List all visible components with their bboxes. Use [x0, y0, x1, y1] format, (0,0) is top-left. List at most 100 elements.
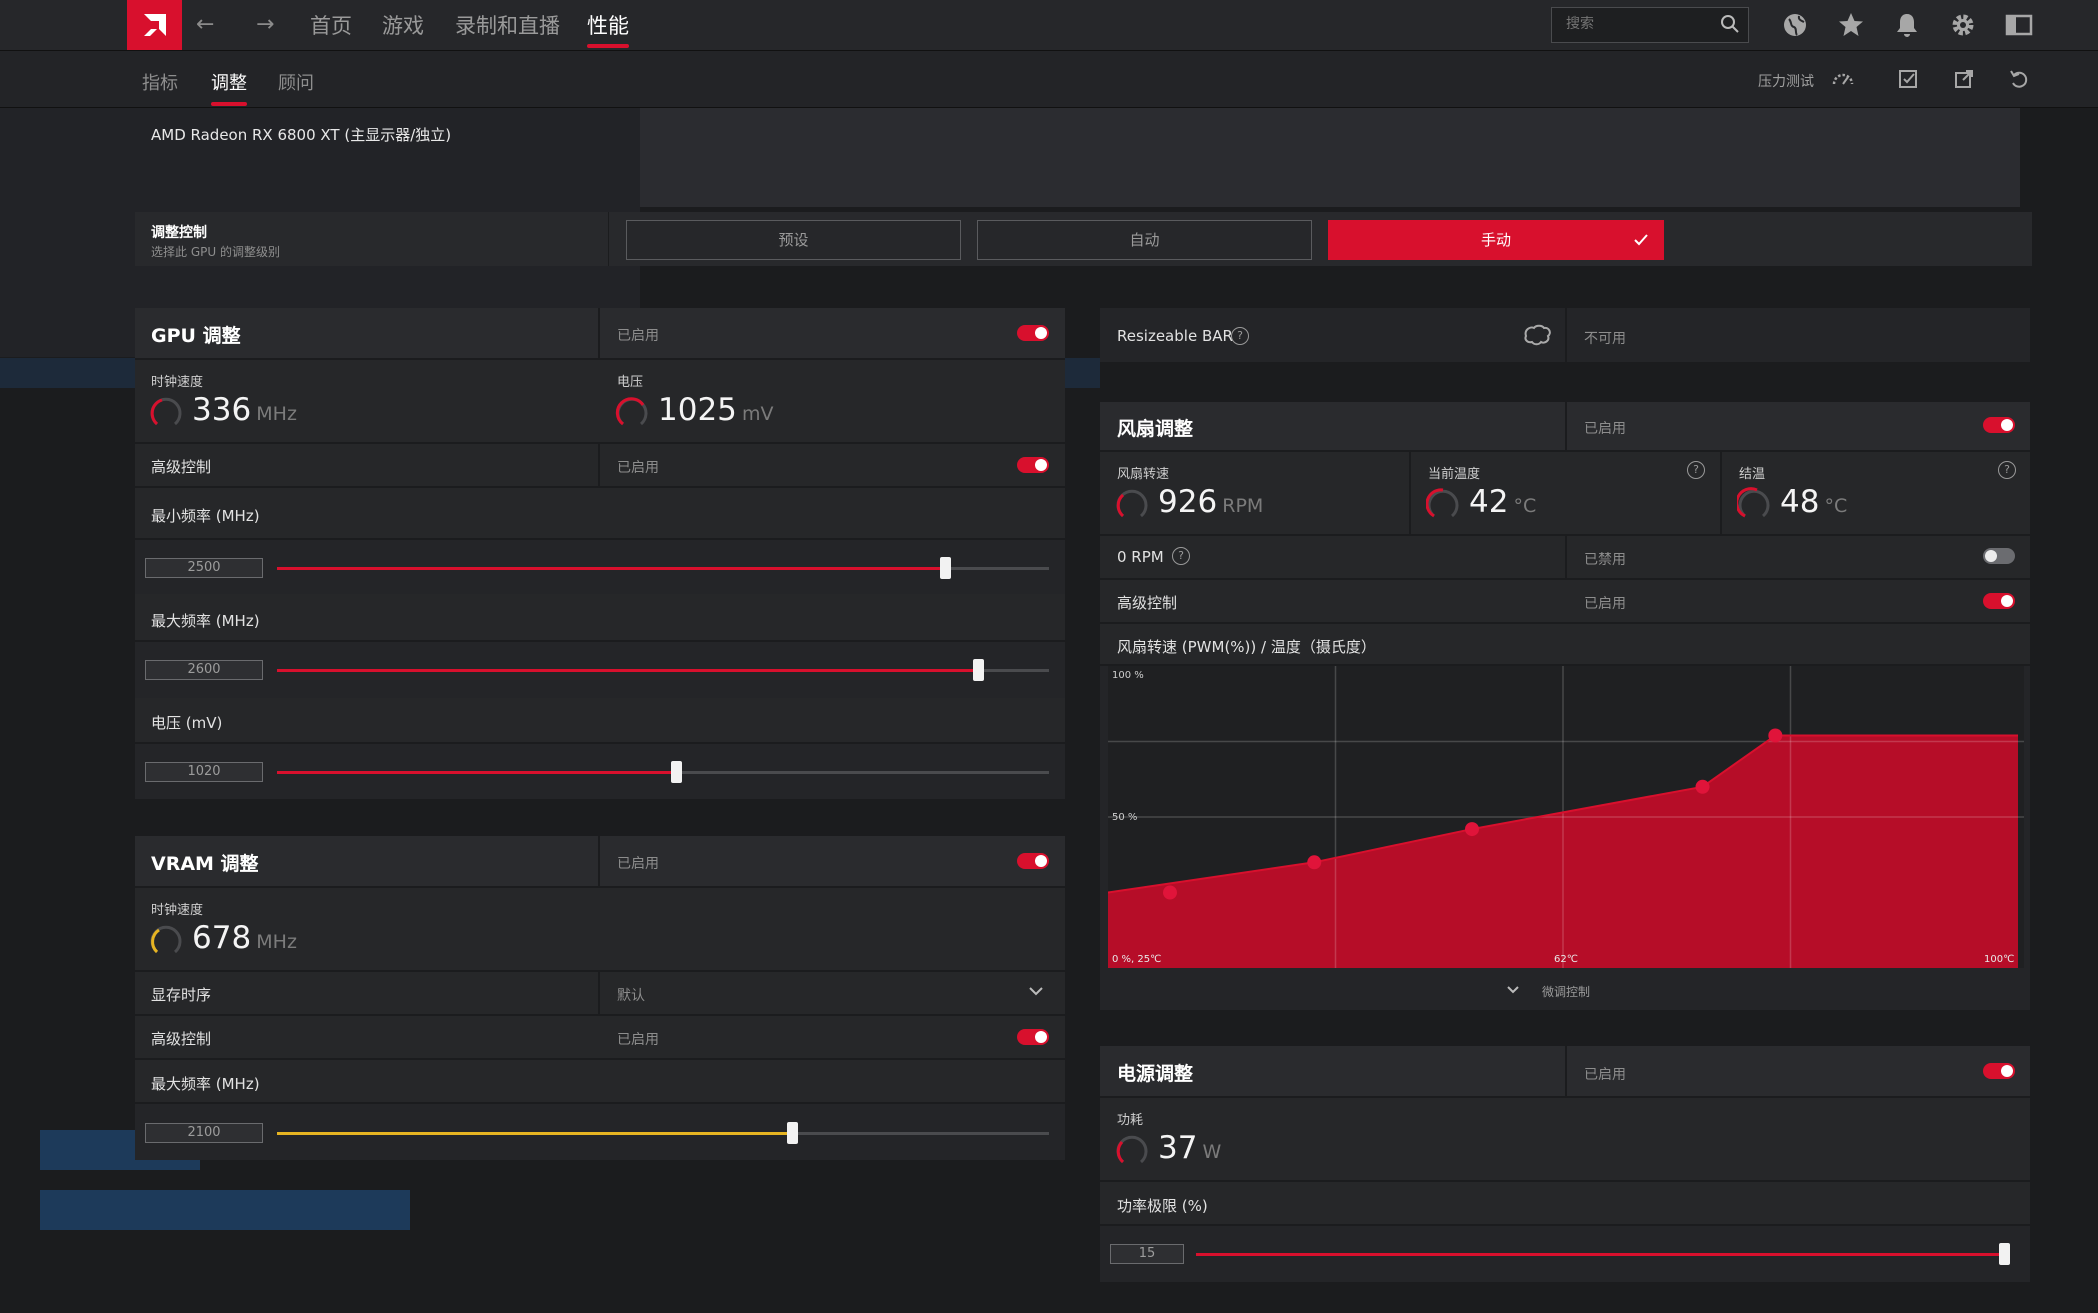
junction-temp-label: 结温	[1739, 467, 1766, 482]
zero-rpm-status: 已禁用	[1584, 552, 1626, 568]
gpu-voltage-readout: 1025 mV	[658, 392, 774, 428]
fine-tune-label[interactable]: 微调控制	[1542, 983, 1590, 1000]
gpu-min-freq-slider[interactable]	[277, 557, 1049, 579]
gpu-advanced-toggle[interactable]	[1017, 457, 1049, 473]
chevron-down-icon[interactable]	[1506, 985, 1520, 995]
amd-logo-icon[interactable]	[127, 0, 182, 50]
stress-test-label[interactable]: 压力测试	[1758, 71, 1814, 91]
help-icon[interactable]: ?	[1231, 327, 1249, 345]
gpu-volt-label: 电压 (mV)	[151, 714, 223, 732]
power-tuning-status: 已启用	[1584, 1067, 1626, 1083]
search-input[interactable]	[1552, 8, 1716, 40]
gpu-clock-readout: 336 MHz	[192, 392, 297, 428]
gpu-volt-input[interactable]: 1020	[145, 762, 263, 782]
vram-max-freq-input[interactable]: 2100	[145, 1123, 263, 1143]
power-limit-slider[interactable]	[1196, 1243, 2010, 1265]
divider	[1565, 402, 1567, 450]
fan-curve-point[interactable]	[1163, 885, 1177, 900]
power-limit-input[interactable]: 15	[1110, 1244, 1184, 1264]
gpu-max-freq-slider[interactable]	[277, 659, 1049, 681]
gpu-max-freq-input[interactable]: 2600	[145, 660, 263, 680]
chevron-down-icon[interactable]	[1028, 986, 1044, 996]
gpu-tuning-status: 已启用	[617, 328, 659, 344]
help-icon[interactable]: ?	[1172, 547, 1190, 565]
search-box[interactable]	[1551, 7, 1749, 43]
tab-performance[interactable]: 性能	[587, 10, 629, 48]
reset-icon[interactable]	[2006, 66, 2032, 92]
bell-icon[interactable]	[1892, 10, 1922, 40]
divider	[1720, 452, 1722, 534]
tab-tuning[interactable]: 调整	[211, 69, 247, 106]
vram-max-freq-row	[135, 1060, 1065, 1104]
power-draw-label: 功耗	[1117, 1113, 1144, 1128]
sidebar-toggle-icon[interactable]	[2004, 10, 2034, 40]
slider-thumb[interactable]	[1999, 1243, 2010, 1265]
gpu-advanced-row	[135, 444, 1065, 488]
globe-icon[interactable]	[1780, 10, 1810, 40]
fan-curve-chart[interactable]: 100 % 50 % 0 %, 25℃ 62℃ 100℃	[1108, 666, 2024, 968]
help-icon[interactable]: ?	[1998, 461, 2016, 479]
gear-icon[interactable]	[1948, 10, 1978, 40]
vram-tuning-status: 已启用	[617, 856, 659, 872]
stress-test-gauge-icon[interactable]	[1830, 66, 1856, 92]
gpu-max-freq-row	[135, 594, 1065, 642]
fan-tuning-toggle[interactable]	[1983, 417, 2015, 433]
auto-mode-button[interactable]: 自动	[977, 220, 1312, 260]
vram-advanced-toggle[interactable]	[1017, 1029, 1049, 1045]
fan-curve-point[interactable]	[1465, 822, 1479, 837]
vram-tuning-header	[135, 836, 1065, 888]
slider-thumb[interactable]	[671, 761, 683, 783]
back-icon[interactable]: ←	[196, 6, 214, 44]
search-icon[interactable]	[1720, 14, 1740, 34]
help-icon[interactable]: ?	[1687, 461, 1705, 479]
power-limit-row	[1100, 1182, 2030, 1226]
vram-tuning-title: VRAM 调整	[151, 853, 259, 875]
gpu-tuning-toggle[interactable]	[1017, 325, 1049, 341]
fan-speed-gauge-icon	[1116, 489, 1148, 518]
star-icon[interactable]	[1836, 10, 1866, 40]
fan-curve-point[interactable]	[1695, 779, 1710, 794]
export-icon[interactable]	[1951, 66, 1977, 92]
slider-fill	[277, 567, 945, 570]
preset-mode-button[interactable]: 预设	[626, 220, 961, 260]
fan-advanced-toggle[interactable]	[1983, 593, 2015, 609]
gpu-voltage-gauge-icon	[615, 397, 648, 426]
tab-metrics[interactable]: 指标	[142, 69, 178, 95]
gpu-min-freq-label: 最小频率 (MHz)	[151, 507, 260, 525]
slider-thumb[interactable]	[972, 659, 984, 681]
vram-max-freq-slider[interactable]	[277, 1122, 1049, 1144]
performance-subnav: 指标 调整 顾问 压力测试	[0, 51, 2098, 108]
vram-tuning-toggle[interactable]	[1017, 853, 1049, 869]
gpu-min-freq-input[interactable]: 2500	[145, 558, 263, 578]
vram-timing-dropdown[interactable]: 默认	[617, 985, 645, 1005]
tab-home[interactable]: 首页	[310, 10, 352, 40]
gpu-voltage-value: 1025	[658, 392, 737, 428]
manual-mode-button[interactable]: 手动	[1328, 220, 1664, 260]
vram-clock-unit: MHz	[256, 931, 297, 953]
forward-icon[interactable]: →	[256, 6, 274, 44]
fan-curve-title: 风扇转速 (PWM(%)) / 温度（摄氏度）	[1117, 638, 1376, 656]
slider-thumb[interactable]	[786, 1122, 798, 1144]
fan-curve-point[interactable]	[1768, 728, 1783, 743]
zero-rpm-toggle[interactable]	[1983, 548, 2015, 564]
fan-curve-svg[interactable]	[1108, 666, 2024, 968]
manual-mode-label: 手动	[1480, 231, 1511, 249]
slider-thumb[interactable]	[939, 557, 951, 579]
power-tuning-toggle[interactable]	[1983, 1063, 2015, 1079]
x-axis-origin-label: 0 %, 25℃	[1112, 954, 1162, 965]
fan-advanced-label: 高级控制	[1117, 594, 1178, 612]
fan-curve-point[interactable]	[1307, 855, 1322, 870]
tab-record-stream[interactable]: 录制和直播	[455, 10, 560, 40]
gpu-voltage-unit: mV	[742, 403, 774, 425]
junction-temp-value: 48	[1780, 484, 1820, 520]
save-profile-icon[interactable]	[1895, 66, 1921, 92]
tab-games[interactable]: 游戏	[382, 10, 424, 40]
resizeable-bar-label: Resizeable BAR	[1117, 327, 1233, 345]
brain-icon	[1524, 324, 1551, 346]
vram-advanced-status: 已启用	[617, 1032, 659, 1048]
fan-speed-value: 926	[1158, 484, 1218, 520]
tab-advisor[interactable]: 顾问	[278, 69, 314, 95]
gpu-advanced-label: 高级控制	[151, 458, 212, 476]
gpu-voltage-slider[interactable]	[277, 761, 1049, 783]
gpu-max-freq-label: 最大频率 (MHz)	[151, 612, 260, 630]
